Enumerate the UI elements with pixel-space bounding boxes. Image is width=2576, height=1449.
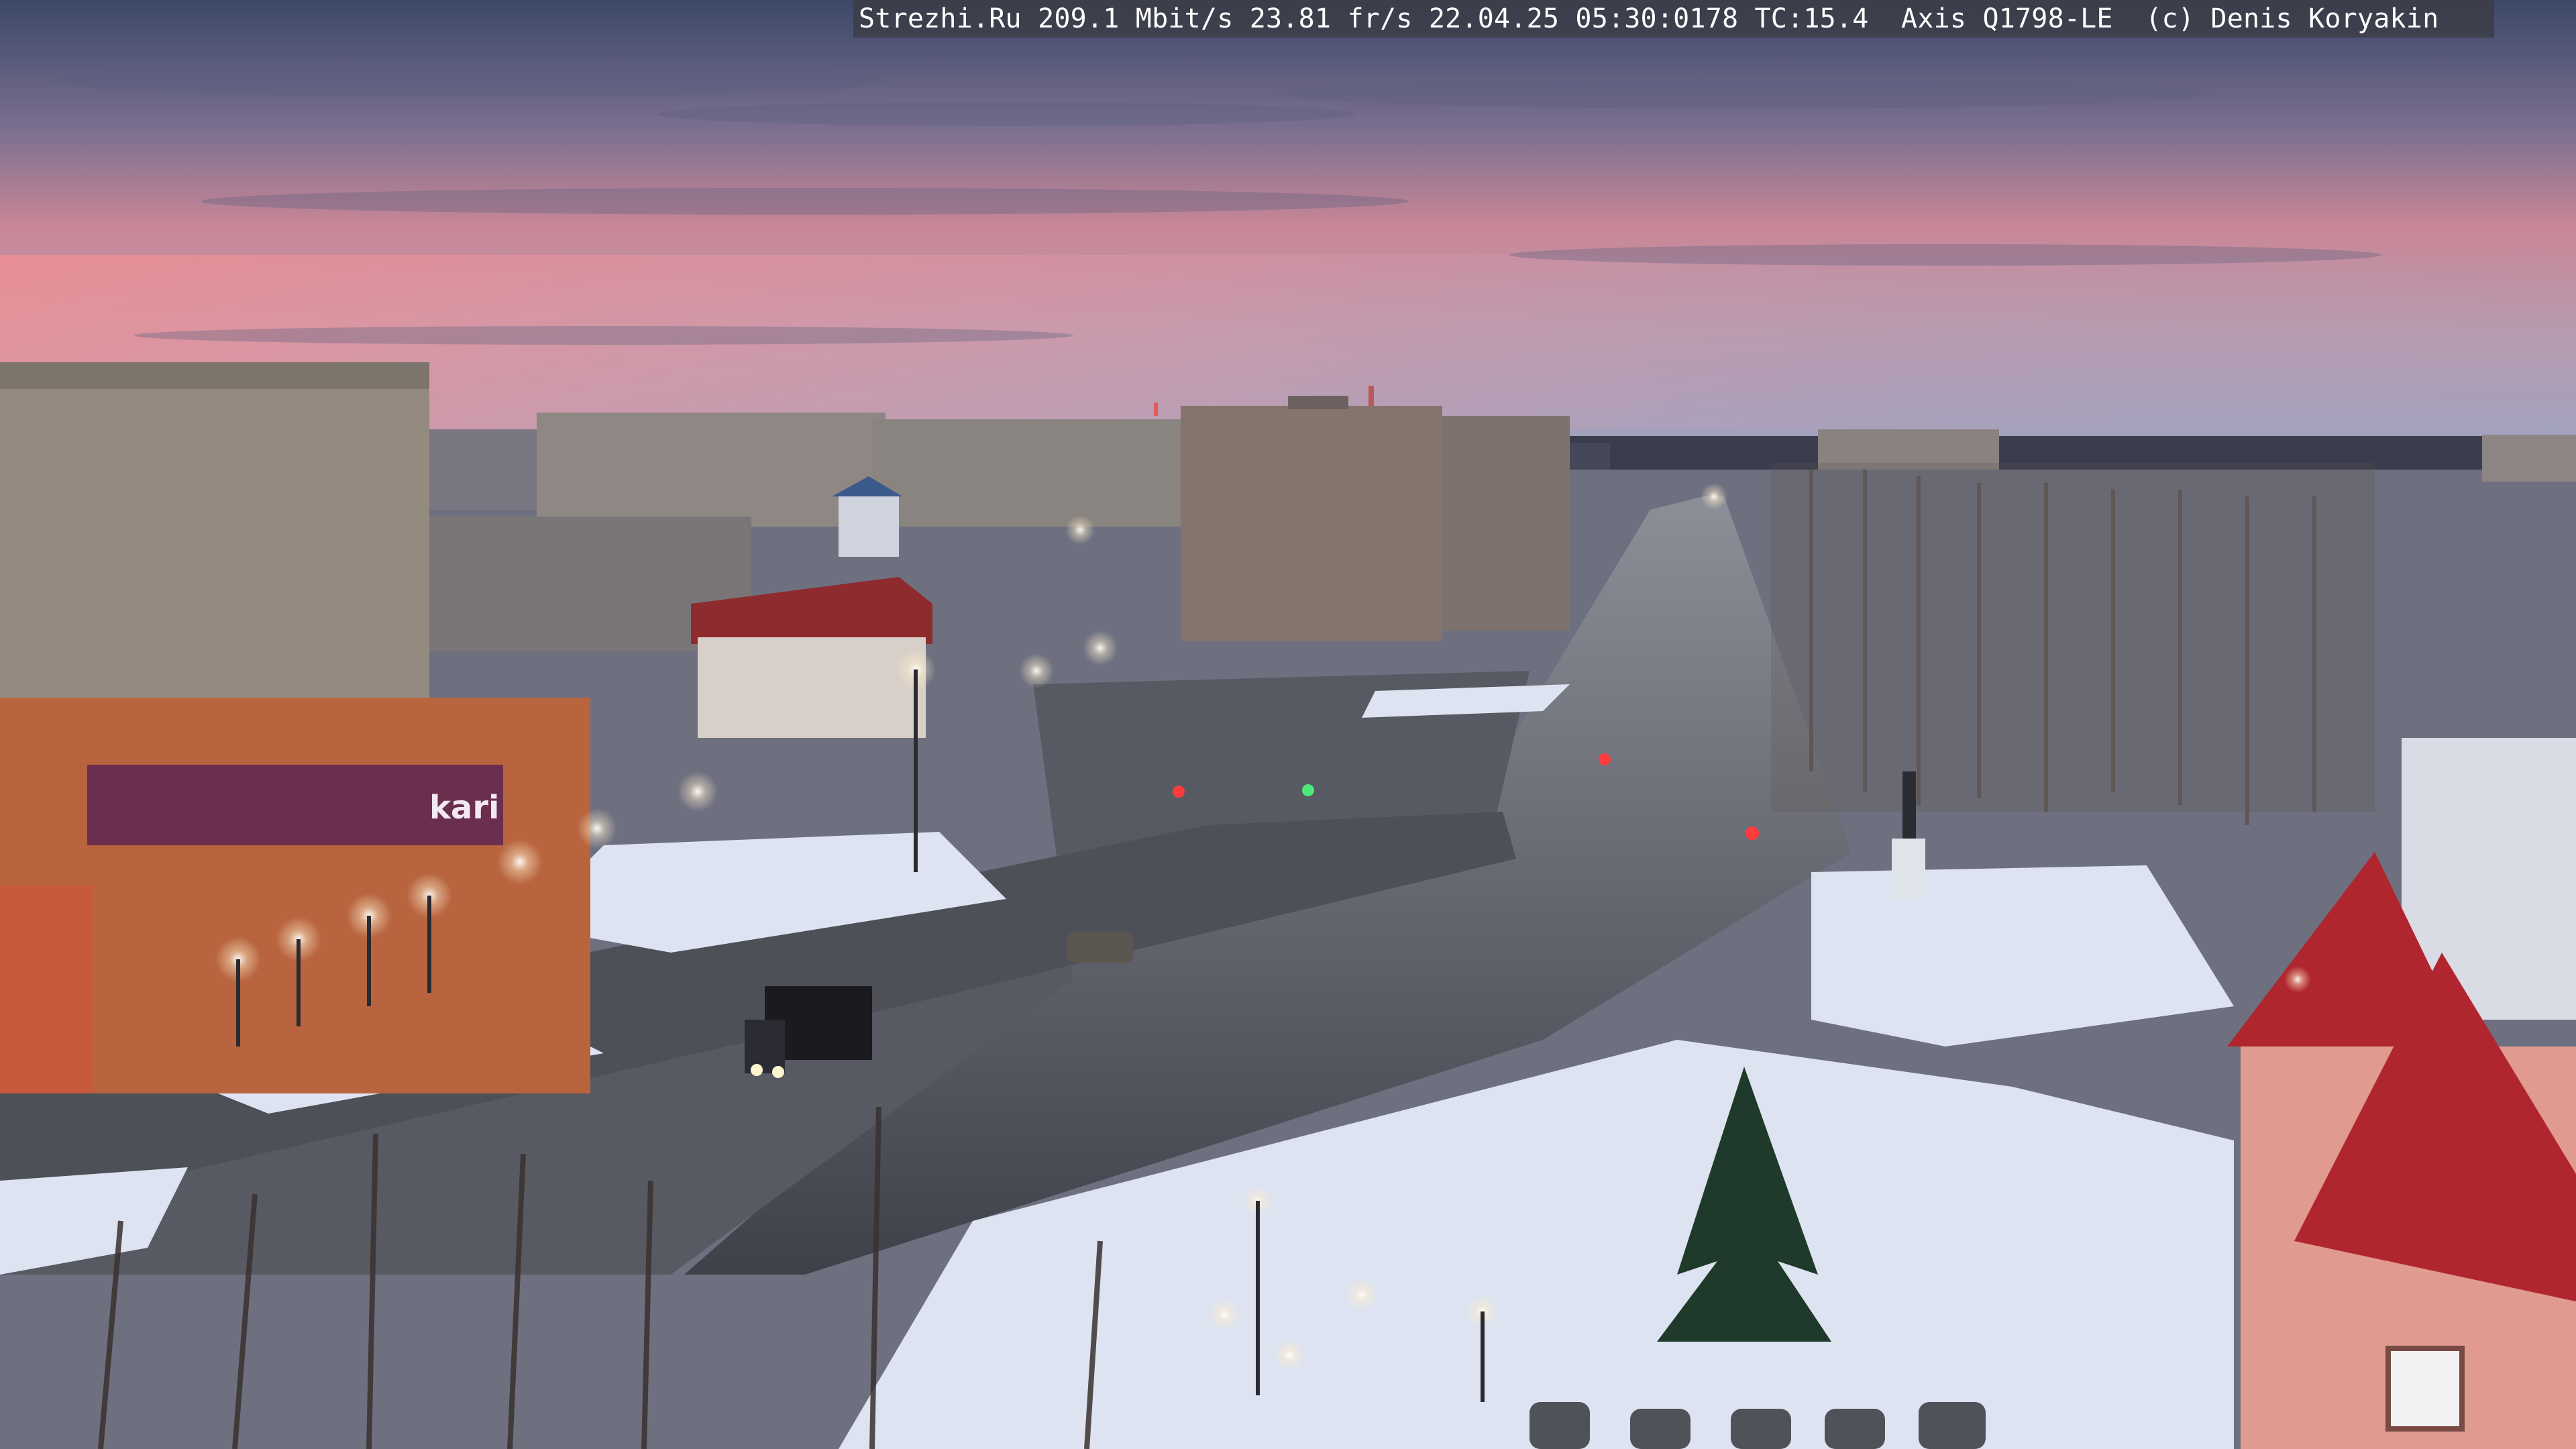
webcam-scene: kari [0, 0, 2576, 1449]
central-tall-building [1154, 386, 1570, 641]
camera-info-overlay: Strezhi.Ru 209.1 Mbit/s 23.81 fr/s 22.04… [853, 0, 2494, 38]
store-sign: kari [429, 789, 499, 826]
webcam-frame: kari Strezhi.Ru 209.1 Mbit/s 23.81 fr/s … [0, 0, 2576, 1449]
camera-info-text: Strezhi.Ru 209.1 Mbit/s 23.81 fr/s 22.04… [859, 3, 2439, 34]
store-building: kari [0, 698, 590, 1093]
red-roof-building [691, 577, 932, 738]
parked-car [1067, 932, 1134, 963]
